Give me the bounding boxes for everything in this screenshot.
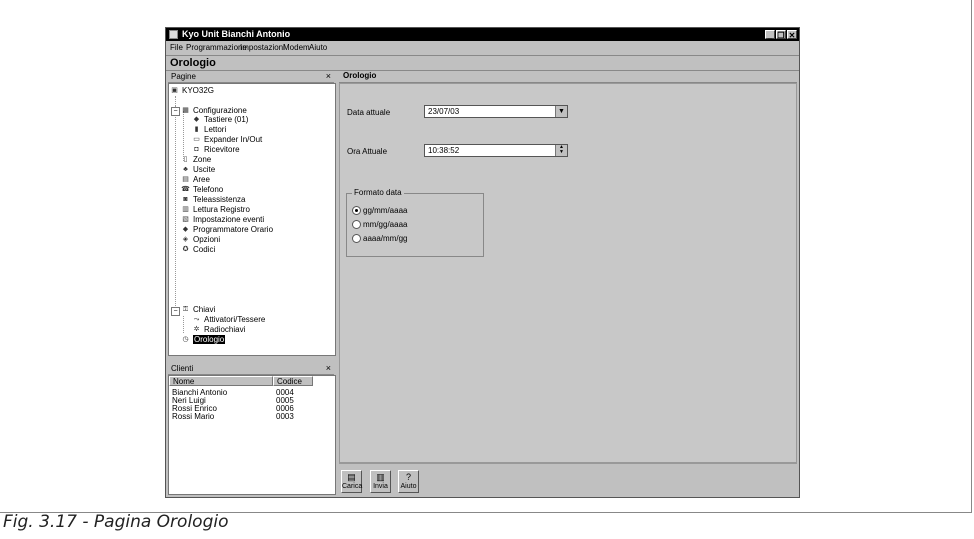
radio-format-ggmmaaaa[interactable]: gg/mm/aaaa <box>352 206 407 216</box>
radio-selected-icon <box>352 206 361 216</box>
chiavi-expander[interactable]: − <box>171 307 180 316</box>
tree-item-ricevitore[interactable]: ◘ Ricevitore <box>192 145 239 155</box>
tree-item-telefono[interactable]: ☎ Telefono <box>181 185 223 195</box>
column-header-codice[interactable]: Codice <box>273 376 313 386</box>
app-window: Kyo Unit Bianchi Antonio _ ❐ ✕ File Prog… <box>165 27 800 498</box>
column-header-nome[interactable]: Nome <box>169 376 273 386</box>
time-label: Ora Attuale <box>347 147 388 156</box>
configurazione-expander[interactable]: − <box>171 107 180 116</box>
minimize-button[interactable]: _ <box>765 30 775 40</box>
tree-item-codici[interactable]: ✪ Codici <box>181 245 216 255</box>
tree-item-radiochiavi[interactable]: ✲ Radiochiavi <box>192 325 246 335</box>
window-title: Kyo Unit Bianchi Antonio <box>182 29 291 39</box>
tree-item-chiavi[interactable]: ⚿ Chiavi <box>181 305 215 315</box>
tree-item-teleassistenza[interactable]: ◙ Teleassistenza <box>181 195 245 205</box>
activator-icon: ⤳ <box>193 316 200 323</box>
config-icon: ▦ <box>182 107 189 114</box>
time-value: 10:38:52 <box>428 146 460 155</box>
area-icon: ▤ <box>182 176 189 183</box>
tree-item-lettura-registro[interactable]: ▥ Lettura Registro <box>181 205 250 215</box>
receiver-icon: ◘ <box>194 146 199 153</box>
tree-item-attivatori[interactable]: ⤳ Attivatori/Tessere <box>192 315 266 325</box>
radiokey-icon: ✲ <box>193 326 200 333</box>
panel-icon: ▣ <box>171 87 178 94</box>
events-icon: ▧ <box>182 216 189 223</box>
chevron-down-icon[interactable]: ▼ <box>555 106 567 117</box>
menu-impostazioni[interactable]: Impostazioni <box>240 43 285 52</box>
zone-icon: ▯ <box>183 156 188 163</box>
orologio-pane: Orologio Data attuale 23/07/03 ▼ Ora Att… <box>339 71 797 496</box>
phone-icon: ☎ <box>181 186 190 193</box>
date-format-group: Formato data gg/mm/aaaa mm/gg/aaaa aaaa/… <box>346 188 484 257</box>
invia-button[interactable]: ▥ Invia <box>370 470 391 493</box>
radio-format-mmggaaaa[interactable]: mm/gg/aaaa <box>352 220 407 230</box>
keypad-icon: ◆ <box>193 116 200 123</box>
date-format-label: Formato data <box>352 188 404 197</box>
date-dropdown[interactable]: 23/07/03 ▼ <box>424 105 568 118</box>
clients-table: Nome Codice Bianchi Antonio 0004 Neri Lui… <box>168 375 336 495</box>
clienti-panel-header: Clienti × <box>168 363 334 375</box>
keys-icon: ⚿ <box>182 306 189 313</box>
tree-item-kyo32g[interactable]: ▣ KYO32G <box>170 86 214 96</box>
send-icon: ▥ <box>376 472 385 482</box>
tree-item-aree[interactable]: ▤ Aree <box>181 175 210 185</box>
output-icon: ♣ <box>183 166 188 173</box>
menu-aiuto[interactable]: Aiuto <box>309 43 327 52</box>
tree-item-impostazione-eventi[interactable]: ▧ Impostazione eventi <box>181 215 264 225</box>
pagine-close-icon[interactable]: × <box>326 71 331 81</box>
spinner-arrows-icon[interactable]: ▲ ▼ <box>555 145 567 156</box>
orologio-title: Orologio <box>343 71 377 80</box>
reader-icon: ▮ <box>194 126 199 133</box>
expander-icon: ▭ <box>193 136 200 143</box>
orologio-content: Data attuale 23/07/03 ▼ Ora Attuale 10:3… <box>339 83 797 463</box>
scheduler-icon: ◆ <box>182 226 189 233</box>
date-value: 23/07/03 <box>428 107 460 116</box>
menu-bar: File Programmazione Impostazioni Modem A… <box>166 42 799 53</box>
teleassist-icon: ◙ <box>183 196 188 203</box>
tree-item-tastiere[interactable]: ◆ Tastiere (01) <box>192 115 249 125</box>
pagine-panel-title: Pagine <box>171 72 196 81</box>
tree-item-expander[interactable]: ▭ Expander In/Out <box>192 135 262 145</box>
tree-item-orologio[interactable]: ◷ Orologio <box>181 335 226 345</box>
menu-file[interactable]: File <box>170 43 183 52</box>
close-button[interactable]: ✕ <box>787 30 797 40</box>
app-icon <box>169 30 178 39</box>
clienti-panel-title: Clienti <box>171 364 194 373</box>
restore-button[interactable]: ❐ <box>776 30 786 40</box>
radio-icon <box>352 220 361 230</box>
tree-item-opzioni[interactable]: ◈ Opzioni <box>181 235 220 245</box>
time-spinner[interactable]: 10:38:52 ▲ ▼ <box>424 144 568 157</box>
options-icon: ◈ <box>182 236 189 243</box>
bottom-toolbar: ▤ Carica ▥ Invia ? Aiuto <box>339 463 797 496</box>
page-title-bar: Orologio <box>166 55 799 71</box>
log-icon: ▥ <box>182 206 189 213</box>
codes-icon: ✪ <box>182 246 189 253</box>
load-icon: ▤ <box>347 472 356 482</box>
tree-item-lettori[interactable]: ▮ Lettori <box>192 125 227 135</box>
help-icon: ? <box>405 472 411 482</box>
radio-format-aaaammgg[interactable]: aaaa/mm/gg <box>352 234 407 244</box>
tree-item-programmatore-orario[interactable]: ◆ Programmatore Orario <box>181 225 273 235</box>
menu-modem[interactable]: Modem <box>283 43 310 52</box>
carica-button[interactable]: ▤ Carica <box>341 470 362 493</box>
tree-item-zone[interactable]: ▯ Zone <box>181 155 212 165</box>
figure-caption: Fig. 3.17 - Pagina Orologio <box>3 512 229 532</box>
pages-tree: − − ▣ KYO32G ▦ Configurazione ◆ Tastiere (0… <box>168 83 336 356</box>
orologio-header: Orologio <box>339 71 797 83</box>
date-label: Data attuale <box>347 108 391 117</box>
page-title: Orologio <box>170 57 216 69</box>
clienti-close-icon[interactable]: × <box>326 363 331 373</box>
tree-item-uscite[interactable]: ♣ Uscite <box>181 165 215 175</box>
radio-icon <box>352 234 361 244</box>
menu-programmazione[interactable]: Programmazione <box>186 43 247 52</box>
pagine-panel-header: Pagine × <box>168 71 334 83</box>
title-bar: Kyo Unit Bianchi Antonio _ ❐ ✕ <box>166 28 799 41</box>
aiuto-button[interactable]: ? Aiuto <box>398 470 419 493</box>
clock-icon: ◷ <box>182 336 189 343</box>
table-row[interactable]: Rossi Mario 0003 <box>169 413 335 421</box>
